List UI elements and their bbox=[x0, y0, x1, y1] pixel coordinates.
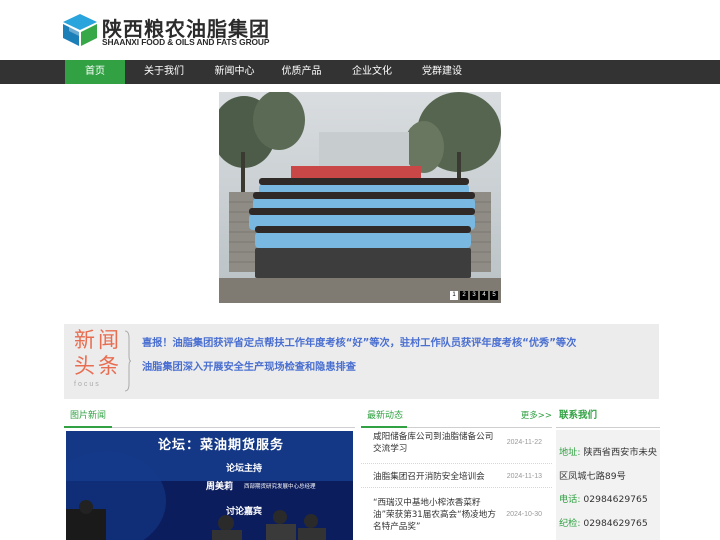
brand-name-en: SHAANXI FOOD & OILS AND FATS GROUP bbox=[102, 37, 270, 47]
nav-item-home[interactable]: 首页 bbox=[65, 60, 125, 84]
nav-item-party[interactable]: 党群建设 bbox=[407, 60, 477, 84]
headline-link[interactable]: 油脂集团深入开展安全生产现场检查和隐患排查 bbox=[142, 358, 356, 373]
slide-line3: 周美莉 bbox=[206, 482, 234, 492]
list-item[interactable]: 油脂集团召开消防安全培训会 2024-11-13 bbox=[361, 464, 552, 488]
discipline-value: 02984629765 bbox=[583, 518, 648, 529]
more-link[interactable]: 更多>> bbox=[521, 404, 552, 428]
banner-page-dot[interactable]: 4 bbox=[480, 291, 488, 300]
headline-news-box: 新闻 头条 focus 喜报！油脂集团获评省定点帮扶工作年度考核“好”等次，驻村… bbox=[64, 324, 659, 399]
news-title[interactable]: “西瑞汉中基地小榨浓香菜籽油”荣获第31届农高会“杨凌地方名特产品奖” bbox=[373, 497, 497, 533]
section-title[interactable]: 图片新闻 bbox=[70, 404, 106, 428]
section-title: 联系我们 bbox=[559, 410, 598, 421]
headline-badge: 新闻 头条 focus bbox=[64, 324, 132, 399]
nav-item-news[interactable]: 新闻中心 bbox=[203, 60, 266, 84]
banner-page-dot[interactable]: 1 bbox=[450, 291, 458, 300]
contact-header: 联系我们 bbox=[556, 404, 660, 428]
picture-news-header: 图片新闻 bbox=[64, 404, 355, 428]
slide-line2: 论坛主持 bbox=[226, 464, 263, 474]
picture-news-image[interactable]: 论坛：菜油期货服务 论坛主持 周美莉 西部期货研究发展中心总经理 讨论嘉宾 bbox=[66, 431, 353, 540]
contact-info: 地址: 陕西省西安市未央 区凤城七路89号 电话: 02984629765 纪检… bbox=[556, 430, 660, 540]
news-date: 2024-11-22 bbox=[506, 439, 542, 446]
site-header: 陕西粮农油脂集团 SHAANXI FOOD & OILS AND FATS GR… bbox=[0, 0, 720, 60]
banner-pagination: 1 2 3 4 5 bbox=[450, 291, 498, 300]
list-item[interactable]: 咸阳储备库公司到油脂储备公司交流学习 2024-11-22 bbox=[361, 428, 552, 464]
banner-slideshow[interactable]: 1 2 3 4 5 bbox=[219, 92, 501, 303]
slide-line3b: 西部期货研究发展中心总经理 bbox=[244, 484, 316, 490]
discipline-label: 纪检: bbox=[559, 518, 581, 529]
headline-link[interactable]: 喜报！油脂集团获评省定点帮扶工作年度考核“好”等次，驻村工作队员获评年度考核“优… bbox=[142, 334, 576, 349]
address-value: 陕西省西安市未央 bbox=[583, 447, 657, 458]
headline-badge-line1: 新闻 bbox=[74, 328, 122, 352]
phone-value: 02984629765 bbox=[583, 494, 648, 505]
news-date: 2024-11-13 bbox=[506, 473, 542, 480]
slide-line4: 讨论嘉宾 bbox=[226, 507, 263, 517]
nav-item-about[interactable]: 关于我们 bbox=[125, 60, 203, 84]
headline-badge-line2: 头条 bbox=[74, 354, 122, 378]
news-title[interactable]: 咸阳储备库公司到油脂储备公司交流学习 bbox=[373, 431, 497, 455]
list-item[interactable]: “西瑞汉中基地小榨浓香菜籽油”荣获第31届农高会“杨凌地方名特产品奖” 2024… bbox=[361, 492, 552, 540]
address-value-2: 区凤城七路89号 bbox=[559, 471, 626, 482]
address-label: 地址: bbox=[559, 447, 581, 458]
news-title[interactable]: 油脂集团召开消防安全培训会 bbox=[373, 471, 513, 483]
latest-news-header: 最新动态 更多>> bbox=[361, 404, 552, 428]
news-date: 2024-10-30 bbox=[506, 511, 542, 518]
banner-page-dot[interactable]: 2 bbox=[460, 291, 468, 300]
headline-badge-sub: focus bbox=[74, 381, 101, 388]
main-nav: 首页 关于我们 新闻中心 优质产品 企业文化 党群建设 bbox=[0, 60, 720, 84]
brace-icon bbox=[124, 330, 132, 392]
banner-group-photo bbox=[219, 92, 501, 303]
nav-item-products[interactable]: 优质产品 bbox=[266, 60, 337, 84]
banner-page-dot[interactable]: 3 bbox=[470, 291, 478, 300]
hexagon-cube-logo-icon[interactable] bbox=[63, 14, 97, 46]
phone-label: 电话: bbox=[559, 494, 581, 505]
banner-page-dot[interactable]: 5 bbox=[490, 291, 498, 300]
section-title[interactable]: 最新动态 bbox=[367, 404, 403, 428]
slide-line1: 论坛：菜油期货服务 bbox=[158, 438, 285, 453]
nav-item-culture[interactable]: 企业文化 bbox=[337, 60, 407, 84]
